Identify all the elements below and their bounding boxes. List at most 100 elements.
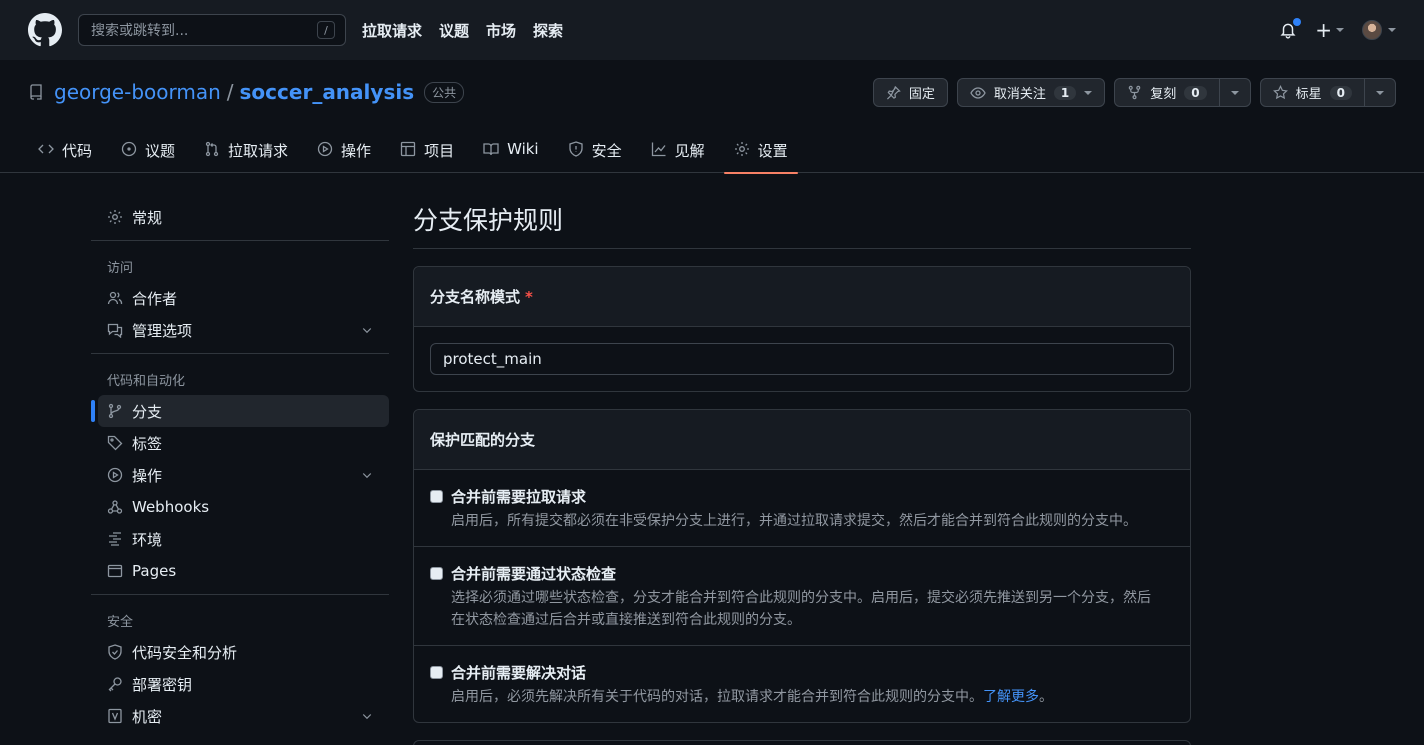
box-header: 分支名称模式 * <box>414 267 1190 327</box>
protect-branches-box: 保护匹配的分支 合并前需要拉取请求 启用后，所有提交都必须在非受保护分支上进行，… <box>413 409 1191 723</box>
repo-actions: 固定 取消关注 1 复刻 0 标星 0 <box>872 78 1396 107</box>
tab-label: 项目 <box>424 142 455 160</box>
nav-pull-requests[interactable]: 拉取请求 <box>362 20 422 41</box>
require-conversation-checkbox[interactable] <box>430 666 443 679</box>
sidebar-item-label: 环境 <box>132 530 163 549</box>
create-new-button[interactable]: + <box>1315 20 1344 40</box>
shield-icon <box>568 141 583 157</box>
key-icon <box>108 677 122 692</box>
caret-down-icon <box>1230 90 1239 95</box>
global-nav: 拉取请求 议题 市场 探索 <box>362 20 563 41</box>
sidebar-item-actions[interactable]: 操作 <box>91 459 389 491</box>
tab-wiki[interactable]: Wiki <box>473 136 549 173</box>
sidebar-item-code-security[interactable]: 代码安全和分析 <box>91 636 389 668</box>
tab-settings[interactable]: 设置 <box>723 136 798 174</box>
fork-label: 复刻 <box>1150 87 1177 102</box>
book-icon <box>483 143 499 156</box>
fork-dropdown[interactable] <box>1218 79 1250 106</box>
branch-icon <box>108 403 122 419</box>
notifications-button[interactable] <box>1279 18 1302 39</box>
github-logo-icon[interactable] <box>28 13 62 47</box>
tab-label: 议题 <box>145 142 176 160</box>
issue-icon <box>121 141 137 157</box>
tab-label: 安全 <box>591 142 622 160</box>
repo-name-link[interactable]: soccer_analysis <box>240 80 415 104</box>
require-status-checks-checkbox[interactable] <box>430 567 443 580</box>
sidebar-item-moderation[interactable]: 管理选项 <box>91 314 389 346</box>
tab-insights[interactable]: 见解 <box>641 136 715 173</box>
fork-main-segment[interactable]: 复刻 0 <box>1115 79 1218 106</box>
page-title: 分支保护规则 <box>413 201 1191 249</box>
sidebar-item-pages[interactable]: Pages <box>91 555 389 587</box>
tab-actions[interactable]: 操作 <box>307 136 381 173</box>
fork-count: 0 <box>1184 85 1207 100</box>
caret-down-icon <box>1376 90 1384 95</box>
pattern-label: 分支名称模式 <box>430 288 521 306</box>
option-title: 合并前需要拉取请求 <box>451 488 587 506</box>
star-button[interactable]: 标星 0 <box>1259 78 1396 107</box>
comment-icon <box>107 323 123 338</box>
sidebar-item-tags[interactable]: 标签 <box>91 427 389 459</box>
tab-pull-requests[interactable]: 拉取请求 <box>194 136 298 173</box>
eye-icon <box>970 86 986 99</box>
pin-label: 固定 <box>908 87 935 102</box>
tab-issues[interactable]: 议题 <box>111 136 185 173</box>
option-title: 合并前需要解决对话 <box>451 664 587 682</box>
repo-owner-link[interactable]: george-boorman <box>54 80 221 104</box>
graph-icon <box>651 142 666 157</box>
chevron-down-icon <box>362 714 372 720</box>
gear-icon <box>108 210 122 224</box>
play-icon <box>317 141 333 157</box>
tab-code[interactable]: 代码 <box>28 136 102 173</box>
star-main-segment[interactable]: 标星 0 <box>1261 79 1364 106</box>
sidebar-item-environments[interactable]: 环境 <box>91 523 389 555</box>
option-text: 合并前需要通过状态检查 选择必须通过哪些状态检查，分支才能合并到符合此规则的分支… <box>451 563 1151 631</box>
sidebar-item-deploy-keys[interactable]: 部署密钥 <box>91 668 389 700</box>
tab-projects[interactable]: 项目 <box>390 136 464 173</box>
sidebar-item-label: 合作者 <box>132 289 178 308</box>
avatar <box>1362 20 1382 40</box>
server-icon <box>109 532 121 546</box>
option-title: 合并前需要通过状态检查 <box>451 565 617 583</box>
global-header: 搜索或跳转到... / 拉取请求 议题 市场 探索 + <box>0 0 1424 60</box>
fork-button[interactable]: 复刻 0 <box>1114 78 1251 107</box>
require-pr-checkbox[interactable] <box>430 490 443 503</box>
fork-icon <box>1128 85 1141 100</box>
sidebar-item-webhooks[interactable]: Webhooks <box>91 491 389 523</box>
sidebar-item-general[interactable]: 常规 <box>91 201 389 233</box>
shield-check-icon <box>108 644 122 660</box>
sidebar-item-label: 常规 <box>132 208 163 227</box>
nav-explore[interactable]: 探索 <box>533 20 563 41</box>
repo-header: george-boorman / soccer_analysis 公共 固定 取… <box>0 60 1424 174</box>
tab-label: Wiki <box>507 140 539 158</box>
sidebar-item-collaborators[interactable]: 合作者 <box>91 282 389 314</box>
star-label: 标星 <box>1295 87 1322 102</box>
caret-down-icon <box>1084 90 1093 95</box>
unwatch-button[interactable]: 取消关注 1 <box>956 78 1106 107</box>
pin-icon <box>886 85 901 100</box>
box-header: 保护匹配的分支 <box>414 410 1190 470</box>
nav-issues[interactable]: 议题 <box>439 20 469 41</box>
people-icon <box>107 291 123 305</box>
description-tail: 。 <box>1039 689 1053 705</box>
sidebar-item-secrets[interactable]: 机密 <box>91 700 389 732</box>
search-input[interactable]: 搜索或跳转到... / <box>78 14 346 46</box>
star-count: 0 <box>1329 85 1352 100</box>
learn-more-link[interactable]: 了解更多 <box>983 689 1039 705</box>
browser-icon <box>107 564 123 578</box>
nav-marketplace[interactable]: 市场 <box>486 20 516 41</box>
protect-options: 合并前需要拉取请求 启用后，所有提交都必须在非受保护分支上进行，并通过拉取请求提… <box>414 470 1190 722</box>
star-dropdown[interactable] <box>1364 79 1395 106</box>
tag-icon <box>107 435 123 451</box>
pin-button[interactable]: 固定 <box>872 78 948 107</box>
branch-pattern-input[interactable] <box>430 343 1174 375</box>
option-description: 启用后，所有提交都必须在非受保护分支上进行，并通过拉取请求提交，然后才能合并到符… <box>451 513 1137 529</box>
sidebar-item-label: 操作 <box>132 466 163 485</box>
sidebar-item-branches[interactable]: 分支 <box>91 395 389 427</box>
user-menu-button[interactable] <box>1362 20 1396 40</box>
caret-down-icon <box>1388 28 1396 32</box>
tab-security[interactable]: 安全 <box>558 136 632 173</box>
star-icon <box>1272 85 1288 100</box>
option-require-conversation-resolution: 合并前需要解决对话 启用后，必须先解决所有关于代码的对话，拉取请求才能合并到符合… <box>414 646 1190 722</box>
plus-icon: + <box>1315 18 1332 42</box>
